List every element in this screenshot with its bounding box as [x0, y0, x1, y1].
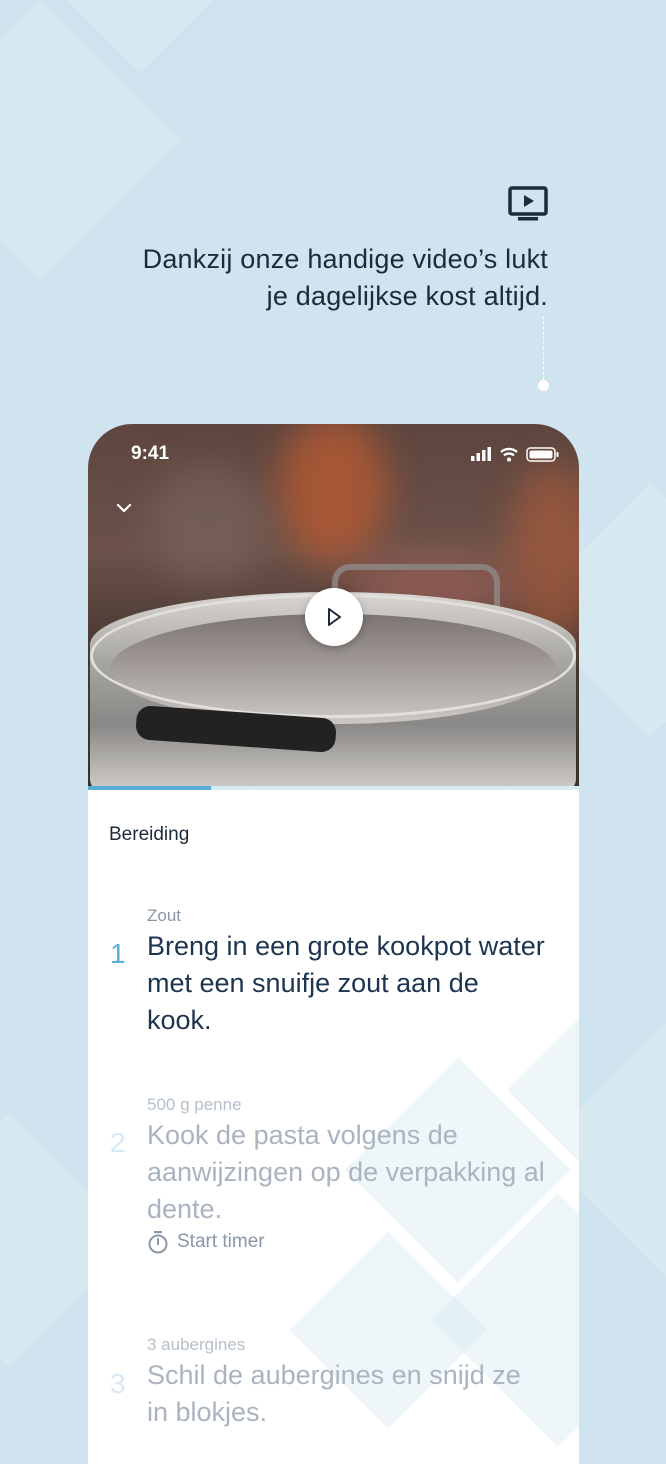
- section-title: Bereiding: [109, 824, 190, 845]
- phone-mockup: 9:41 Bereiding Zout 1 Breng in een grote…: [88, 424, 579, 1464]
- step-text: Schil de aubergines en snijd ze in blokj…: [147, 1360, 521, 1427]
- timer-label: Start timer: [177, 1231, 265, 1252]
- step-ingredient: Zout: [147, 906, 182, 925]
- play-button[interactable]: [305, 588, 363, 646]
- status-bar: 9:41: [88, 424, 579, 484]
- start-timer-button[interactable]: Start timer: [147, 1230, 265, 1254]
- video-promo: Dankzij onze handige video’s lukt je dag…: [143, 186, 548, 315]
- recipe-steps-panel: Bereiding Zout 1 Breng in een grote kook…: [88, 790, 579, 1464]
- tv-play-icon: [508, 186, 548, 222]
- step-number: 3: [110, 1368, 126, 1399]
- connector-dot: [538, 380, 549, 391]
- step-number: 2: [110, 1127, 126, 1158]
- step-ingredient: 500 g penne: [147, 1095, 242, 1114]
- video-player[interactable]: 9:41: [88, 424, 579, 786]
- step-text: Breng in een grote kookpot water met een…: [147, 931, 545, 1035]
- signal-icon: [471, 456, 475, 461]
- step-number: 1: [110, 938, 126, 969]
- step-text: Kook de pasta volgens de aanwijzingen op…: [147, 1120, 545, 1224]
- promo-text: Dankzij onze handige video’s lukt je dag…: [142, 244, 548, 311]
- connector-line: [543, 316, 544, 380]
- step-ingredient: 3 aubergines: [147, 1335, 246, 1354]
- play-icon: [328, 608, 341, 626]
- status-icons: [471, 446, 561, 462]
- status-time: 9:41: [131, 443, 170, 464]
- timer-icon: [148, 1231, 168, 1254]
- chevron-down-icon[interactable]: [112, 496, 136, 520]
